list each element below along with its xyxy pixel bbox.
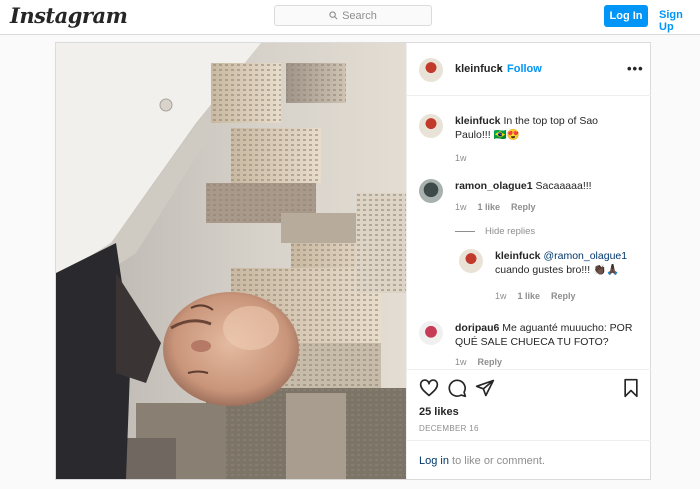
signup-link[interactable]: Sign Up — [659, 9, 700, 33]
reply-button[interactable]: Reply — [551, 291, 576, 301]
post-author-username[interactable]: kleinfuck — [455, 63, 503, 75]
avatar[interactable] — [419, 58, 443, 82]
comment-meta: 1w 1 like Reply — [455, 202, 536, 212]
comment-likes[interactable]: 1 like — [518, 291, 541, 301]
share-icon[interactable] — [475, 378, 495, 398]
caption-text: kleinfuck In the top top of Sao Paulo!!!… — [455, 114, 635, 142]
top-nav: Instagram Search Log In Sign Up — [0, 0, 700, 35]
reply-button[interactable]: Reply — [478, 357, 503, 367]
post-sidebar: kleinfuck • Follow ••• kleinfuck In the … — [406, 43, 651, 479]
comment-likes[interactable]: 1 like — [478, 202, 501, 212]
search-placeholder: Search — [342, 9, 377, 22]
comment-meta: 1w — [455, 153, 467, 163]
post-header: kleinfuck • Follow ••• — [407, 43, 651, 96]
comment-body: cuando gustes bro!!! 👏🏿🙏🏿 — [495, 264, 620, 276]
selfie-cityscape-image — [56, 43, 406, 479]
comment-username[interactable]: ramon_olague1 — [455, 180, 533, 192]
comment-time[interactable]: 1w — [455, 202, 467, 212]
login-link[interactable]: Log in — [419, 455, 449, 467]
heart-icon[interactable] — [419, 378, 439, 398]
hide-replies-label: Hide replies — [485, 226, 536, 237]
comment-time[interactable]: 1w — [495, 291, 507, 301]
post-card: kleinfuck • Follow ••• kleinfuck In the … — [55, 42, 651, 480]
comment-icon[interactable] — [447, 378, 467, 398]
bookmark-icon[interactable] — [621, 378, 641, 398]
reply-button[interactable]: Reply — [511, 202, 536, 212]
divider — [455, 231, 475, 232]
comment-time[interactable]: 1w — [455, 357, 467, 367]
login-prompt: Log in to like or comment. — [407, 440, 651, 480]
comment-username[interactable]: doripau6 — [455, 322, 499, 334]
login-prompt-text: to like or comment. — [448, 455, 545, 467]
avatar[interactable] — [419, 114, 443, 138]
comment-username[interactable]: kleinfuck — [495, 250, 541, 262]
post-actions: 25 likes DECEMBER 16 Log in to like or c… — [407, 369, 651, 479]
avatar[interactable] — [419, 321, 443, 345]
post-date[interactable]: DECEMBER 16 — [419, 424, 479, 433]
avatar[interactable] — [419, 179, 443, 203]
more-icon[interactable]: ••• — [627, 61, 644, 76]
comment-username[interactable]: kleinfuck — [455, 115, 501, 127]
mention-link[interactable]: @ramon_olague1 — [543, 250, 627, 262]
follow-separator: • — [498, 63, 502, 75]
search-icon — [329, 11, 338, 20]
likes-count[interactable]: 25 likes — [419, 406, 459, 418]
comments-list: kleinfuck In the top top of Sao Paulo!!!… — [407, 97, 651, 367]
search-input[interactable]: Search — [274, 5, 432, 26]
comment-text: ramon_olague1 Sacaaaaa!!! — [455, 179, 635, 193]
comment-text: kleinfuck @ramon_olague1 cuando gustes b… — [495, 249, 645, 277]
post-photo[interactable] — [56, 43, 406, 479]
hide-replies-toggle[interactable]: Hide replies — [455, 226, 535, 237]
comment-meta: 1w Reply — [455, 357, 502, 367]
comment-text: doripau6 Me aguanté muuucho: POR QUÉ SAL… — [455, 321, 640, 349]
comment-body: Sacaaaaa!!! — [535, 180, 592, 192]
instagram-logo[interactable]: Instagram — [10, 3, 128, 28]
follow-button[interactable]: Follow — [507, 63, 542, 75]
avatar[interactable] — [459, 249, 483, 273]
comment-time[interactable]: 1w — [455, 153, 467, 163]
login-button[interactable]: Log In — [604, 5, 648, 27]
comment-meta: 1w 1 like Reply — [495, 291, 576, 301]
